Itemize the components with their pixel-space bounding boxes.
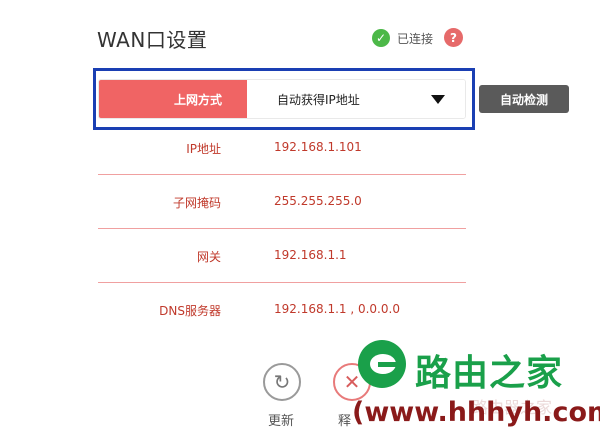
info-key: DNS服务器	[159, 304, 221, 318]
help-icon[interactable]: ?	[444, 28, 463, 47]
release-label: 释	[338, 414, 352, 429]
info-key: 子网掩码	[172, 196, 221, 210]
connection-type-label: 上网方式	[99, 80, 247, 118]
info-key: IP地址	[186, 142, 221, 156]
refresh-icon: ↻	[273, 370, 291, 394]
check-circle-icon: ✓	[372, 29, 390, 47]
connection-type-selected: 自动获得IP地址	[277, 92, 360, 107]
watermark-title: 路由之家	[415, 353, 564, 394]
connection-status: ✓ 已连接	[372, 29, 433, 47]
info-value: 255.255.255.0	[274, 194, 362, 208]
info-value: 192.168.1.1	[274, 248, 347, 262]
refresh-label: 更新	[268, 414, 295, 429]
info-row-ip: IP地址 192.168.1.101	[98, 121, 466, 175]
page-title: WAN口设置	[97, 28, 208, 52]
release-icon: ✕	[343, 370, 361, 394]
auto-detect-button[interactable]: 自动检测	[479, 85, 569, 113]
info-row-dns: DNS服务器 192.168.1.1 , 0.0.0.0	[98, 283, 466, 337]
watermark-url: (www.hhhyh.com)	[352, 397, 600, 428]
connection-type-select[interactable]: 上网方式 自动获得IP地址	[98, 79, 466, 119]
refresh-button[interactable]: ↻	[263, 363, 301, 401]
info-value: 192.168.1.101	[274, 140, 362, 154]
watermark-logo-icon	[358, 340, 406, 388]
info-row-gateway: 网关 192.168.1.1	[98, 229, 466, 283]
info-row-mask: 子网掩码 255.255.255.0	[98, 175, 466, 229]
connection-type-value[interactable]: 自动获得IP地址	[247, 80, 465, 118]
caret-down-icon[interactable]	[431, 95, 445, 104]
info-value: 192.168.1.1 , 0.0.0.0	[274, 302, 400, 316]
info-key: 网关	[196, 250, 221, 264]
status-text: 已连接	[397, 31, 434, 46]
